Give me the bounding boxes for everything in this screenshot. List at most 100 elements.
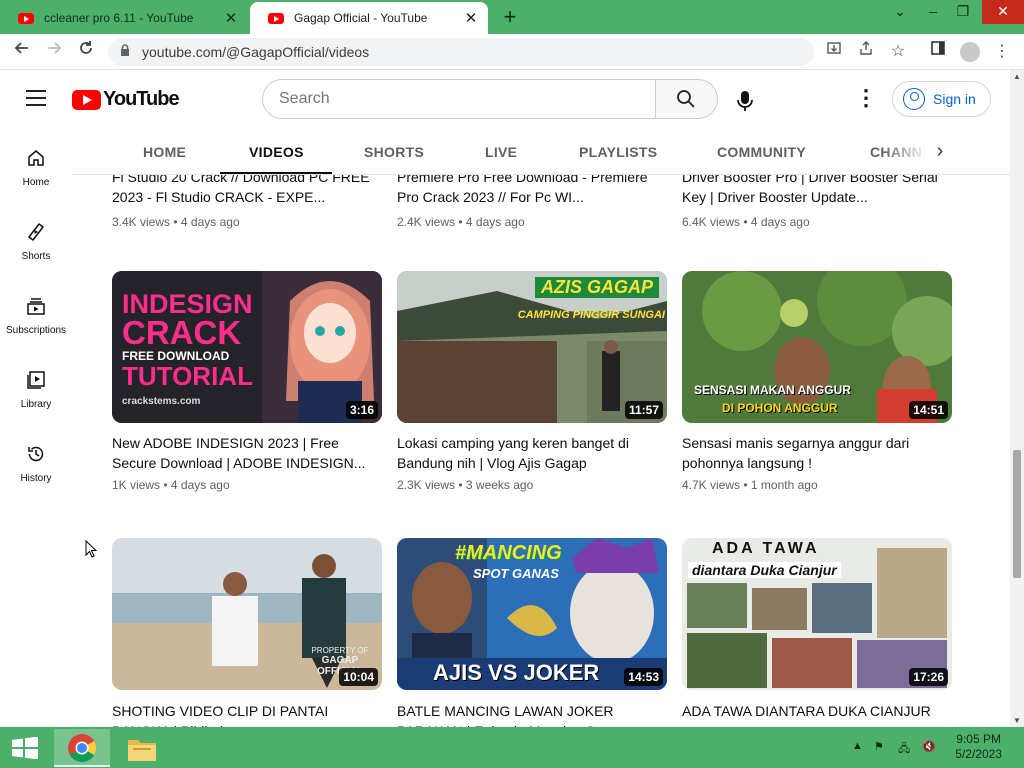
video-card[interactable]: Fl Studio 20 Crack // Download PC FREE 2…: [112, 175, 382, 259]
video-card[interactable]: PROPERTY OF GAGAP OFFICIAL 10:04 SHOTING…: [112, 538, 382, 727]
browser-menu-icon[interactable]: ⋮: [990, 40, 1014, 64]
tab-playlists[interactable]: PLAYLISTS: [579, 144, 657, 160]
subscriptions-icon: [27, 298, 45, 315]
youtube-header: YouTube ⋮ Sign in: [0, 70, 1010, 130]
thumbnail-text: SENSASI MAKAN ANGGUR: [694, 383, 851, 397]
close-window-button[interactable]: ✕: [982, 0, 1024, 24]
video-thumbnail[interactable]: AZIS GAGAP CAMPING PINGGIR SUNGAI 11:57: [397, 271, 667, 423]
video-thumbnail[interactable]: INDESIGN CRACK FREE DOWNLOAD TUTORIAL cr…: [112, 271, 382, 423]
browser-tab-gagap[interactable]: Gagap Official - YouTube ✕: [250, 2, 488, 34]
sidebar-item-shorts[interactable]: Shorts: [0, 204, 72, 278]
windows-start-icon[interactable]: [10, 737, 40, 759]
video-duration: 17:26: [909, 668, 948, 686]
youtube-logo[interactable]: YouTube: [72, 88, 180, 111]
sidebar-item-home[interactable]: Home: [0, 130, 72, 204]
thumbnail-text: diantara Duka Cianjur: [688, 562, 841, 578]
video-card[interactable]: AZIS GAGAP CAMPING PINGGIR SUNGAI 11:57 …: [397, 271, 667, 511]
reload-icon[interactable]: [74, 40, 98, 64]
video-thumbnail[interactable]: SENSASI MAKAN ANGGUR DI POHON ANGGUR 14:…: [682, 271, 952, 423]
search-icon: [677, 90, 695, 108]
scrollbar-thumb[interactable]: [1013, 450, 1021, 578]
tab-live[interactable]: LIVE: [485, 144, 517, 160]
sidebar-item-library[interactable]: Library: [0, 352, 72, 426]
sign-in-button[interactable]: Sign in: [892, 81, 991, 117]
voice-search-button[interactable]: [730, 85, 760, 115]
video-meta: 2.4K views • 4 days ago: [397, 215, 525, 229]
scroll-down-arrow-icon[interactable]: ▼: [1010, 716, 1024, 725]
page-scrollbar[interactable]: ▲ ▼: [1010, 70, 1024, 727]
video-card[interactable]: Premiere Pro Free Download - Premiere Pr…: [397, 175, 667, 259]
sidebar-item-subscriptions[interactable]: Subscriptions: [0, 278, 72, 352]
channel-tabs: HOME VIDEOS SHORTS LIVE PLAYLISTS COMMUN…: [72, 130, 1010, 175]
more-options-icon[interactable]: ⋮: [855, 87, 877, 112]
video-card[interactable]: ADA TAWA diantara Duka Cianjur 17:26 ADA…: [682, 538, 952, 727]
video-thumbnail[interactable]: PROPERTY OF GAGAP OFFICIAL 10:04: [112, 538, 382, 690]
video-thumbnail[interactable]: #MANCING SPOT GANAS AJIS VS JOKER 14:53: [397, 538, 667, 690]
volume-muted-icon[interactable]: 🔇: [922, 740, 936, 753]
action-center-flag-icon[interactable]: ⚑: [874, 740, 884, 753]
search-button[interactable]: [655, 79, 718, 119]
tab-home[interactable]: HOME: [143, 144, 186, 160]
share-icon[interactable]: [854, 40, 878, 64]
chevron-right-icon[interactable]: ›: [928, 140, 952, 164]
install-app-icon[interactable]: [822, 40, 846, 64]
account-icon: [903, 88, 925, 110]
tab-shorts[interactable]: SHORTS: [364, 144, 424, 160]
video-thumbnail[interactable]: ADA TAWA diantara Duka Cianjur 17:26: [682, 538, 952, 690]
sidebar-item-label: Home: [22, 177, 50, 188]
clock-date: 5/2/2023: [955, 747, 1002, 761]
taskbar-clock[interactable]: 9:05 PM 5/2/2023: [955, 732, 1002, 762]
network-icon[interactable]: 🖧: [898, 740, 910, 759]
tab-videos[interactable]: VIDEOS: [249, 144, 304, 160]
view-count: 3.4K views: [112, 215, 171, 229]
address-bar[interactable]: youtube.com/@GagapOfficial/videos: [108, 38, 814, 66]
tab-close-icon[interactable]: ✕: [462, 9, 480, 27]
video-title[interactable]: BATLE MANCING LAWAN JOKER PARAKAN | Epis…: [397, 701, 659, 727]
hamburger-menu-icon[interactable]: [26, 90, 46, 106]
tab-community[interactable]: COMMUNITY: [717, 144, 806, 160]
library-icon: [27, 371, 45, 389]
sidebar-item-label: Shorts: [21, 251, 51, 262]
video-meta: 2.3K views • 3 weeks ago: [397, 478, 534, 492]
video-title[interactable]: Sensasi manis segarnya anggur dari pohon…: [682, 433, 944, 473]
view-count: 2.4K views: [397, 215, 456, 229]
video-title[interactable]: ADA TAWA DIANTARA DUKA CIANJUR: [682, 701, 944, 727]
minimize-button[interactable]: –: [916, 0, 950, 24]
video-title[interactable]: Premiere Pro Free Download - Premiere Pr…: [397, 175, 659, 207]
thumbnail-text: CAMPING PINGGIR SUNGAI: [517, 309, 665, 321]
upload-age: 3 weeks ago: [465, 478, 534, 492]
sidebar-item-history[interactable]: History: [0, 426, 72, 500]
taskbar-chrome-button[interactable]: [54, 729, 110, 767]
taskbar-file-explorer-button[interactable]: [114, 729, 170, 767]
video-title[interactable]: Fl Studio 20 Crack // Download PC FREE 2…: [112, 175, 374, 207]
browser-tab-ccleaner[interactable]: ccleaner pro 6.11 - YouTube ✕: [0, 2, 248, 34]
search-input[interactable]: [279, 80, 639, 118]
sidebar-item-label: Library: [20, 399, 52, 410]
video-duration: 11:57: [624, 401, 663, 419]
active-tab-underline: [220, 172, 332, 174]
new-tab-button[interactable]: +: [498, 5, 522, 29]
video-card[interactable]: #MANCING SPOT GANAS AJIS VS JOKER 14:53 …: [397, 538, 667, 727]
video-card[interactable]: Driver Booster Pro | Driver Booster Seri…: [682, 175, 952, 259]
video-title[interactable]: SHOTING VIDEO CLIP DI PANTAI BANGKA | Bi…: [112, 701, 374, 727]
video-meta: 1K views • 4 days ago: [112, 478, 230, 492]
tab-search-chevron-icon[interactable]: ⌄: [883, 0, 917, 24]
profile-avatar-icon[interactable]: [960, 42, 980, 62]
tray-overflow-chevron-icon[interactable]: ▲: [852, 740, 863, 752]
video-meta: 6.4K views • 4 days ago: [682, 215, 810, 229]
video-card[interactable]: SENSASI MAKAN ANGGUR DI POHON ANGGUR 14:…: [682, 271, 952, 511]
tab-title: Gagap Official - YouTube: [294, 11, 428, 25]
video-title[interactable]: Driver Booster Pro | Driver Booster Seri…: [682, 175, 944, 207]
bookmark-star-icon[interactable]: ☆: [886, 40, 910, 64]
back-arrow-icon[interactable]: [10, 40, 34, 64]
video-title[interactable]: New ADOBE INDESIGN 2023 | Free Secure Do…: [112, 433, 374, 473]
tab-close-icon[interactable]: ✕: [222, 9, 240, 27]
tab-title: ccleaner pro 6.11 - YouTube: [44, 11, 194, 25]
scroll-up-arrow-icon[interactable]: ▲: [1010, 72, 1024, 81]
video-card[interactable]: INDESIGN CRACK FREE DOWNLOAD TUTORIAL cr…: [112, 271, 382, 511]
sidebar-item-label: History: [20, 473, 52, 484]
video-title[interactable]: Lokasi camping yang keren banget di Band…: [397, 433, 659, 473]
side-panel-icon[interactable]: [926, 40, 950, 64]
forward-arrow-icon[interactable]: [42, 40, 66, 64]
restore-button[interactable]: ❐: [946, 0, 980, 24]
